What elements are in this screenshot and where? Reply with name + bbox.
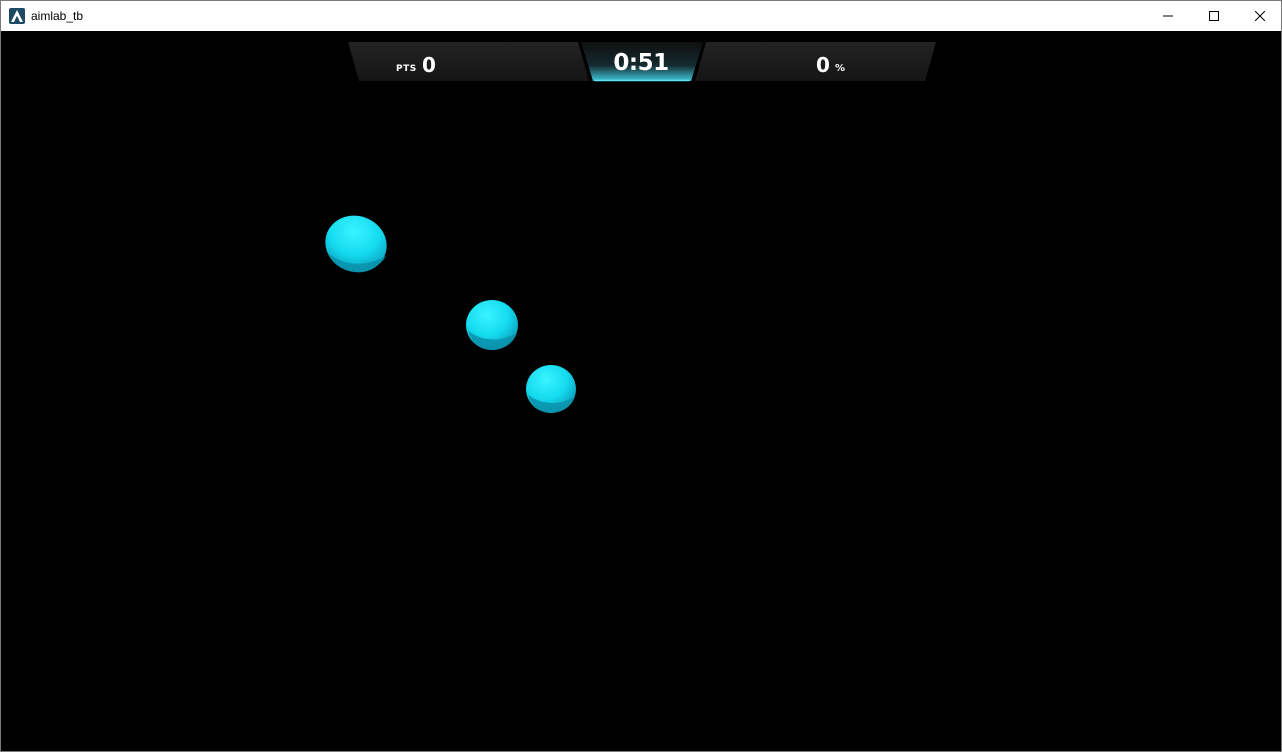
game-viewport[interactable]: PTS 0 0:51 0 % [1,31,1281,751]
target[interactable] [526,365,576,413]
close-icon [1255,11,1265,21]
accuracy-value: 0 [816,53,830,77]
close-button[interactable] [1237,1,1282,31]
timer-display: 0:51 [613,50,669,76]
aimlab-logo-icon [9,8,25,24]
accuracy-unit: % [835,63,846,74]
maximize-icon [1209,11,1219,21]
target[interactable] [317,207,394,281]
app-window: aimlab_tb PTS 0 0:51 0 % [0,0,1282,752]
window-title: aimlab_tb [31,9,84,23]
points-label: PTS [396,64,417,74]
target[interactable] [466,300,518,350]
minimize-button[interactable] [1145,1,1191,31]
minimize-icon [1163,15,1173,17]
hud-points-panel [348,42,589,81]
maximize-button[interactable] [1191,1,1237,31]
game-scene[interactable] [1,31,1281,751]
title-bar[interactable]: aimlab_tb [1,1,1281,31]
points-value: 0 [422,53,436,77]
